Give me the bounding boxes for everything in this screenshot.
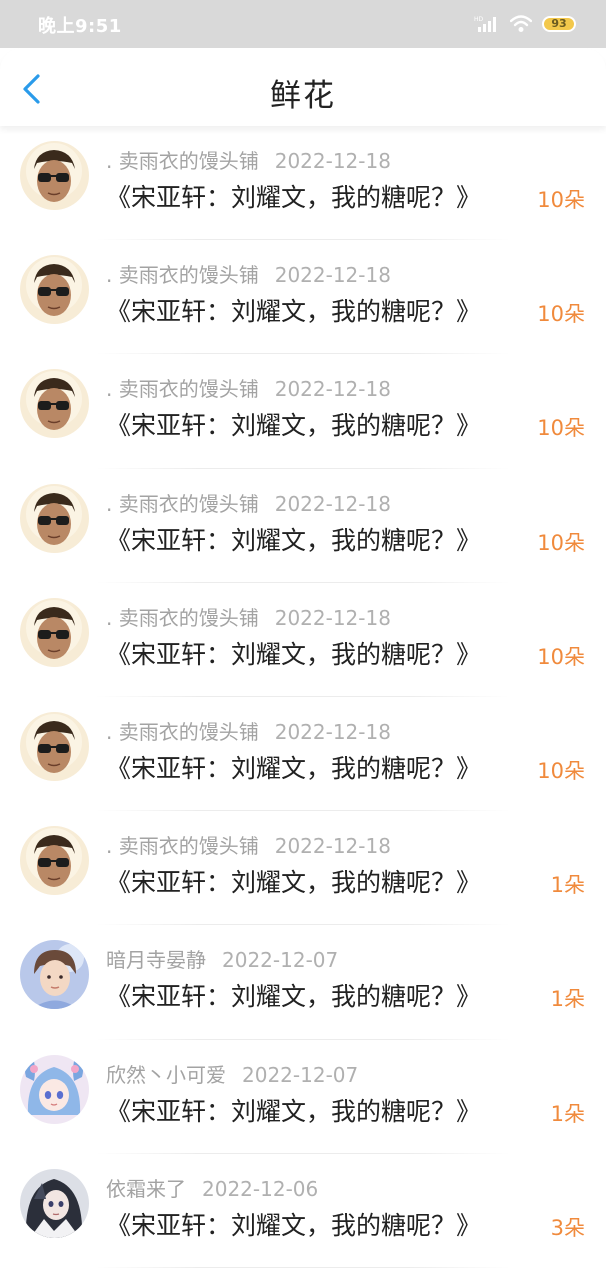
list-item[interactable]: . 卖雨衣的馒头铺 2022-12-18 《宋亚轩：刘耀文，我的糖呢？》 10朵 [0,354,606,469]
item-date: 2022-12-07 [222,948,339,973]
flower-count: 1朵 [550,873,585,898]
list-item[interactable]: 依霜来了 2022-12-06 《宋亚轩：刘耀文，我的糖呢？》 3朵 [0,1154,606,1268]
item-date: 2022-12-18 [274,263,391,288]
item-title[interactable]: 《宋亚轩：刘耀文，我的糖呢？》 [106,178,481,214]
user-name[interactable]: . 卖雨衣的馒头铺 [106,834,259,858]
item-meta: . 卖雨衣的馒头铺 2022-12-18 [106,830,391,859]
item-title[interactable]: 《宋亚轩：刘耀文，我的糖呢？》 [106,749,481,785]
avatar[interactable] [20,255,89,325]
list-item[interactable]: . 卖雨衣的馒头铺 2022-12-18 《宋亚轩：刘耀文，我的糖呢？》 10朵 [0,126,606,241]
battery-icon: 93 [542,16,576,32]
item-date: 2022-12-07 [242,1062,359,1087]
user-name[interactable]: . 卖雨衣的馒头铺 [106,377,259,401]
item-title[interactable]: 《宋亚轩：刘耀文，我的糖呢？》 [106,1092,481,1128]
divider [96,1266,510,1268]
avatar[interactable] [20,369,89,439]
item-meta: . 卖雨衣的馒头铺 2022-12-18 [106,259,391,288]
item-title[interactable]: 《宋亚轩：刘耀文，我的糖呢？》 [106,1206,481,1242]
list-item[interactable]: . 卖雨衣的馒头铺 2022-12-18 《宋亚轩：刘耀文，我的糖呢？》 10朵 [0,240,606,355]
status-time: 晚上9:51 [38,16,122,37]
item-title[interactable]: 《宋亚轩：刘耀文，我的糖呢？》 [106,521,481,557]
signal-icon: HD [474,15,500,33]
item-date: 2022-12-18 [274,149,391,173]
page-title: 鲜花 [270,78,336,114]
flower-count: 10朵 [537,530,585,555]
item-meta: . 卖雨衣的馒头铺 2022-12-18 [106,488,391,517]
battery-level: 93 [551,17,567,30]
item-meta: . 卖雨衣的馒头铺 2022-12-18 [106,602,391,631]
avatar[interactable] [20,597,89,667]
item-meta: . 卖雨衣的馒头铺 2022-12-18 [106,373,391,402]
item-date: 2022-12-18 [274,719,391,744]
list-item[interactable]: . 卖雨衣的馒头铺 2022-12-18 《宋亚轩：刘耀文，我的糖呢？》 10朵 [0,583,606,697]
status-icons: HD 93 [474,12,576,36]
list-item[interactable]: 欣然丶小可爱 2022-12-07 《宋亚轩：刘耀文，我的糖呢？》 1朵 [0,1040,606,1154]
item-title[interactable]: 《宋亚轩：刘耀文，我的糖呢？》 [106,292,481,328]
header: 鲜花 [0,48,606,126]
status-bar: 晚上9:51 HD 93 [0,0,606,48]
item-date: 2022-12-18 [274,491,391,516]
item-title[interactable]: 《宋亚轩：刘耀文，我的糖呢？》 [106,863,481,899]
user-name[interactable]: . 卖雨衣的馒头铺 [106,606,259,630]
user-name[interactable]: 欣然丶小可爱 [106,1063,226,1087]
user-name[interactable]: . 卖雨衣的馒头铺 [106,720,259,744]
flower-count: 1朵 [550,987,585,1012]
item-date: 2022-12-18 [274,834,391,859]
list-item[interactable]: . 卖雨衣的馒头铺 2022-12-18 《宋亚轩：刘耀文，我的糖呢？》 10朵 [0,697,606,812]
user-name[interactable]: . 卖雨衣的馒头铺 [106,492,259,516]
avatar[interactable] [20,141,89,210]
avatar[interactable] [20,826,89,896]
item-meta: 欣然丶小可爱 2022-12-07 [106,1059,358,1088]
avatar[interactable] [20,711,89,781]
wifi-icon [510,15,532,33]
avatar[interactable] [20,1054,89,1124]
item-date: 2022-12-18 [274,605,391,630]
item-meta: . 卖雨衣的馒头铺 2022-12-18 [106,145,391,174]
user-name[interactable]: 依霜来了 [106,1177,186,1201]
flower-count: 3朵 [550,1215,585,1240]
flower-count: 1朵 [550,1101,585,1126]
flower-count: 10朵 [537,188,585,212]
svg-text:HD: HD [474,16,484,23]
item-title[interactable]: 《宋亚轩：刘耀文，我的糖呢？》 [106,406,481,442]
user-name[interactable]: 暗月寺晏静 [106,948,206,972]
gift-list: . 卖雨衣的馒头铺 2022-12-18 《宋亚轩：刘耀文，我的糖呢？》 10朵 … [0,126,606,1268]
avatar[interactable] [20,483,89,553]
item-date: 2022-12-18 [274,377,391,402]
item-title[interactable]: 《宋亚轩：刘耀文，我的糖呢？》 [106,635,481,671]
item-meta: 暗月寺晏静 2022-12-07 [106,944,338,973]
avatar[interactable] [20,940,89,1010]
item-meta: 依霜来了 2022-12-06 [106,1173,318,1202]
avatar[interactable] [20,1168,89,1238]
flower-count: 10朵 [537,758,585,783]
flower-count: 10朵 [537,416,585,441]
list-item[interactable]: . 卖雨衣的馒头铺 2022-12-18 《宋亚轩：刘耀文，我的糖呢？》 10朵 [0,469,606,583]
list-item[interactable]: 暗月寺晏静 2022-12-07 《宋亚轩：刘耀文，我的糖呢？》 1朵 [0,925,606,1040]
item-meta: . 卖雨衣的馒头铺 2022-12-18 [106,716,391,745]
user-name[interactable]: . 卖雨衣的馒头铺 [106,149,259,173]
user-name[interactable]: . 卖雨衣的馒头铺 [106,263,259,287]
flower-count: 10朵 [537,302,585,327]
item-date: 2022-12-06 [202,1176,319,1201]
item-title[interactable]: 《宋亚轩：刘耀文，我的糖呢？》 [106,977,481,1013]
list-item[interactable]: . 卖雨衣的馒头铺 2022-12-18 《宋亚轩：刘耀文，我的糖呢？》 1朵 [0,811,606,926]
flower-count: 10朵 [537,644,585,669]
